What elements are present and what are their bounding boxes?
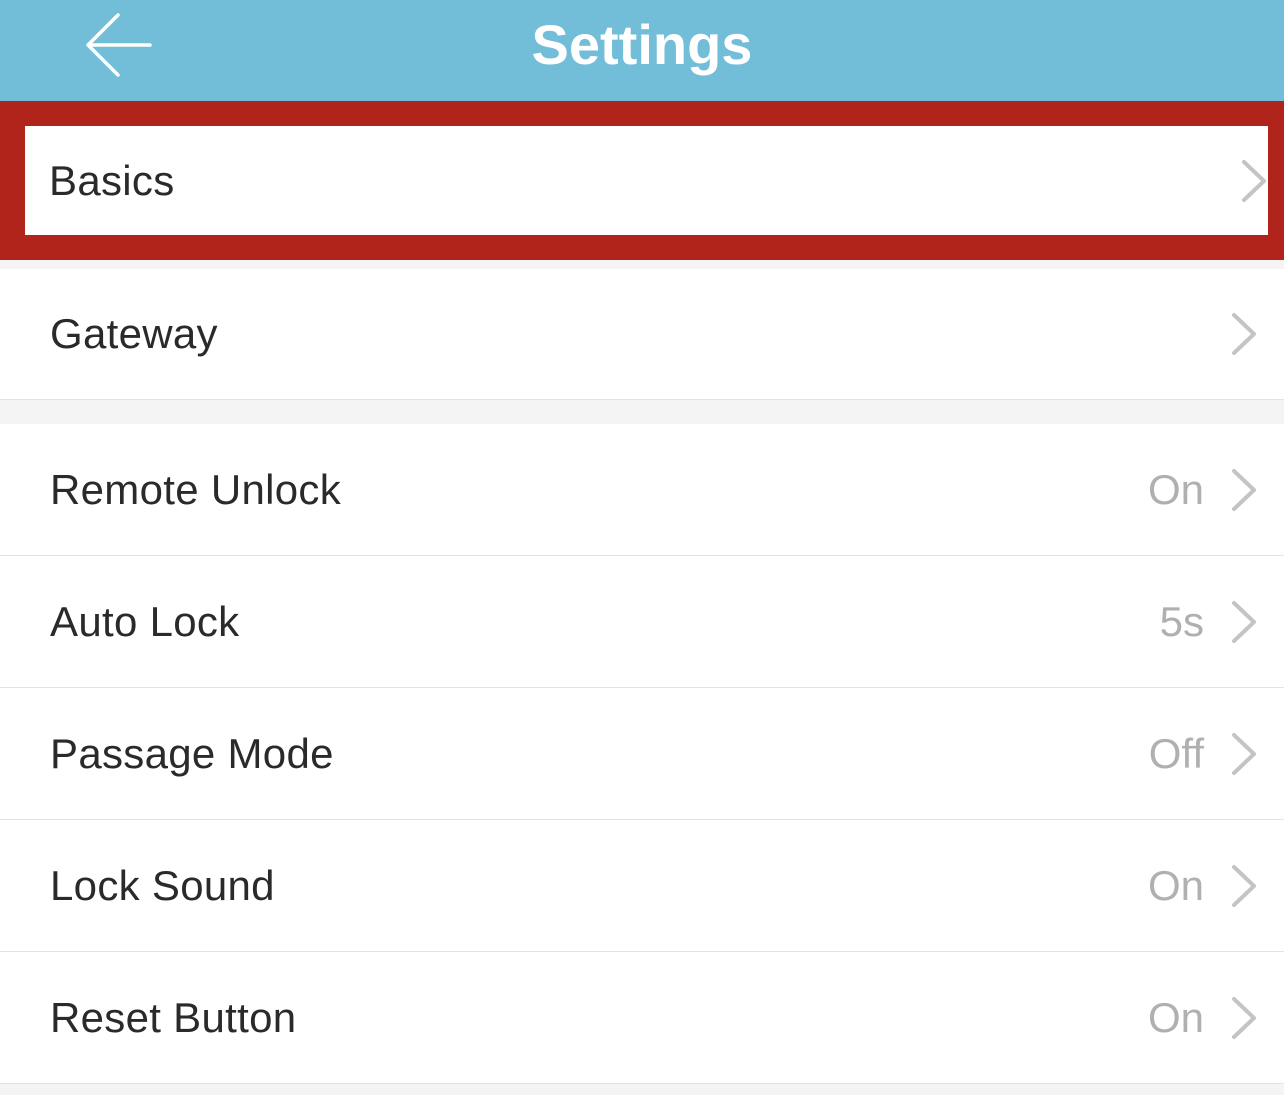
settings-item-value: On xyxy=(1147,993,1204,1041)
chevron-right-icon xyxy=(1230,311,1258,357)
settings-item-remote-unlock[interactable]: Remote Unlock On xyxy=(0,424,1284,556)
chevron-right-icon xyxy=(1230,599,1258,645)
app-header: Settings xyxy=(0,0,1284,101)
chevron-right-icon xyxy=(1230,995,1258,1041)
settings-item-label: Passage Mode xyxy=(50,729,334,777)
settings-item-value: On xyxy=(1147,861,1204,909)
settings-item-label: Reset Button xyxy=(50,993,297,1041)
settings-item-value: On xyxy=(1147,465,1204,513)
settings-item-label: Auto Lock xyxy=(50,597,240,645)
chevron-right-icon xyxy=(1230,467,1258,513)
chevron-right-icon xyxy=(1240,158,1268,204)
settings-item-value: 5s xyxy=(1159,597,1204,645)
settings-item-value: Off xyxy=(1148,729,1204,777)
settings-item-label: Remote Unlock xyxy=(50,465,342,513)
settings-item-basics[interactable]: Basics xyxy=(25,126,1268,235)
settings-item-auto-lock[interactable]: Auto Lock 5s xyxy=(0,556,1284,688)
chevron-right-icon xyxy=(1230,863,1258,909)
settings-item-label: Lock Sound xyxy=(50,861,275,909)
settings-item-lock-sound[interactable]: Lock Sound On xyxy=(0,820,1284,952)
settings-item-label: Basics xyxy=(49,156,175,204)
settings-item-reset-button[interactable]: Reset Button On xyxy=(0,952,1284,1084)
chevron-right-icon xyxy=(1230,731,1258,777)
settings-item-label: Gateway xyxy=(50,310,218,357)
settings-item-passage-mode[interactable]: Passage Mode Off xyxy=(0,688,1284,820)
page-title: Settings xyxy=(531,13,753,76)
settings-item-gateway[interactable]: Gateway xyxy=(0,269,1284,400)
